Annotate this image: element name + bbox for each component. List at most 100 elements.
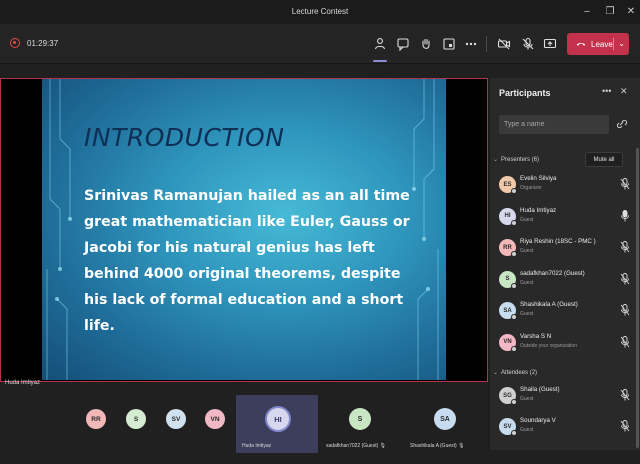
more-options-icon[interactable]: •••	[602, 86, 611, 96]
participant-name: Huda Imtiyaz	[520, 206, 557, 214]
mic-off-icon[interactable]	[620, 272, 630, 285]
avatar: SG	[499, 387, 517, 405]
title-bar: Lecture Contest – ❐ ✕	[0, 0, 640, 24]
participant-role: Guest	[520, 279, 534, 286]
tile-name: Shashikala A (Guest) 🎙	[410, 443, 465, 449]
avatar: HI	[499, 207, 517, 226]
mute-all-button[interactable]: Mute all	[585, 152, 623, 167]
mic-off-icon: 🎙	[379, 443, 387, 449]
participant-role: Guest	[520, 396, 534, 402]
participant-name: Riya Reshin (18SC - PMC )	[520, 238, 596, 245]
participant-row[interactable]: ES Evelin Silviya Organizer	[499, 172, 633, 202]
avatar: HI	[265, 406, 291, 432]
participant-role: Organizer	[520, 185, 542, 191]
participant-role: Guest	[520, 427, 534, 433]
participant-row[interactable]: SG Shaila (Guest) Guest	[499, 383, 633, 413]
panel-scrollbar[interactable]	[636, 148, 639, 448]
meeting-toolbar: 01:29:37 Leave ⌄	[0, 24, 640, 64]
chat-icon[interactable]	[395, 36, 411, 52]
close-icon[interactable]: ✕	[624, 5, 638, 19]
mic-off-icon[interactable]	[620, 178, 630, 190]
participant-row[interactable]: HI Huda Imtiyaz Guest	[499, 204, 633, 234]
breakout-rooms-icon[interactable]	[441, 36, 457, 52]
camera-off-icon[interactable]	[496, 36, 512, 52]
avatar: S	[349, 408, 371, 430]
tile-name: Huda Imtiyaz	[242, 443, 272, 449]
avatar[interactable]: RR	[86, 409, 106, 429]
presenters-section-header[interactable]: ⌄ Presenters (6)	[493, 156, 539, 163]
avatar[interactable]: VN	[205, 409, 225, 429]
participant-name: Evelin Silviya	[520, 175, 557, 182]
participants-panel: Participants ••• ✕ ⌄Presenters (6) Mute …	[489, 78, 640, 450]
presence-status-icon	[511, 188, 517, 194]
avatar: SV	[499, 418, 517, 436]
close-panel-icon[interactable]: ✕	[620, 86, 628, 97]
maximize-icon[interactable]: ❐	[603, 5, 617, 19]
active-tab-indicator	[373, 60, 387, 62]
participant-row[interactable]: RR Riya Reshin (18SC - PMC ) Guest	[499, 235, 633, 265]
participant-name: Soundarya V	[520, 417, 556, 424]
tile-name: sadafkhan7022 (Guest) 🎙	[326, 443, 387, 449]
participant-row[interactable]: Ssadafkhan7022 (Guest) Guest	[499, 267, 633, 297]
participant-tile[interactable]: SA Shashikala A (Guest) 🎙	[406, 395, 486, 453]
presence-status-icon	[511, 345, 517, 352]
participant-row[interactable]: SV Soundarya V Guest	[499, 414, 633, 444]
mic-off-icon[interactable]	[620, 420, 630, 432]
participant-row[interactable]: VN Varsha S N Outside your organization	[499, 330, 633, 360]
presence-status-icon	[511, 314, 517, 320]
participant-name: Varsha S N	[520, 332, 552, 340]
panel-title: Participants	[499, 88, 551, 98]
attendees-section-header[interactable]: ⌄ Attendees (2)	[493, 369, 537, 376]
presence-status-icon	[511, 251, 517, 257]
avatar[interactable]: SV	[166, 409, 186, 429]
mic-off-icon[interactable]	[620, 389, 630, 401]
raise-hand-icon[interactable]	[418, 36, 434, 52]
slide-body-text: Srinivas Ramanujan hailed as an all time…	[84, 188, 410, 334]
participant-tile[interactable]: S sadafkhan7022 (Guest) 🎙	[322, 395, 398, 453]
presence-status-icon	[511, 219, 517, 226]
share-screen-icon[interactable]	[542, 36, 558, 52]
avatar: S	[499, 270, 517, 289]
mic-off-icon[interactable]	[620, 241, 630, 253]
window-title: Lecture Contest	[291, 7, 349, 16]
participants-icon[interactable]	[372, 36, 388, 52]
leave-button[interactable]: Leave ⌄	[567, 33, 629, 55]
presenter-name-label: Huda Imtiyaz	[5, 380, 41, 386]
participant-role: Outside your organization	[520, 342, 577, 349]
presence-status-icon	[511, 430, 517, 436]
participant-role: Guest	[520, 216, 534, 223]
avatar: SA	[499, 302, 517, 320]
avatar: SA	[434, 408, 456, 430]
chevron-down-icon[interactable]: ⌄	[613, 38, 625, 50]
leave-button-label: Leave	[591, 39, 613, 49]
search-participants-input[interactable]	[499, 115, 609, 134]
toolbar-divider	[486, 36, 487, 52]
minimize-icon[interactable]: –	[580, 5, 594, 19]
mic-off-icon[interactable]	[620, 304, 630, 316]
avatar: ES	[499, 176, 517, 194]
participant-role: Guest	[520, 248, 534, 254]
presence-status-icon	[511, 399, 517, 405]
mic-on-icon[interactable]	[620, 209, 630, 222]
meeting-timer: 01:29:37	[27, 39, 59, 48]
participant-tile-speaking[interactable]: HI Huda Imtiyaz	[236, 395, 318, 453]
presentation-slide: INTRODUCTION Srinivas Ramanujan hailed a…	[42, 79, 446, 380]
participant-strip: RR S SV VN HI Huda Imtiyaz S sadafkhan7022 …	[0, 395, 488, 453]
avatar: VN	[499, 333, 517, 352]
shared-content-stage: INTRODUCTION Srinivas Ramanujan hailed a…	[0, 78, 488, 382]
slide-title: INTRODUCTION	[84, 123, 285, 152]
participant-role: Guest	[520, 311, 534, 317]
avatar: RR	[499, 239, 517, 257]
phone-hangup-icon	[576, 42, 586, 46]
participant-name: Shaila (Guest)	[520, 386, 560, 393]
more-actions-icon[interactable]	[463, 36, 479, 52]
participant-row[interactable]: SA Shashikala A (Guest) Guest	[499, 298, 633, 328]
recording-icon	[10, 38, 20, 48]
mic-off-icon[interactable]	[620, 335, 630, 348]
participant-name: sadafkhan7022 (Guest)	[520, 269, 585, 277]
avatar[interactable]: S	[126, 409, 146, 429]
mic-off-icon[interactable]	[520, 36, 536, 52]
participant-name: Shashikala A (Guest)	[520, 301, 578, 308]
mic-off-icon: 🎙	[458, 443, 465, 449]
share-invite-icon[interactable]	[616, 118, 628, 130]
